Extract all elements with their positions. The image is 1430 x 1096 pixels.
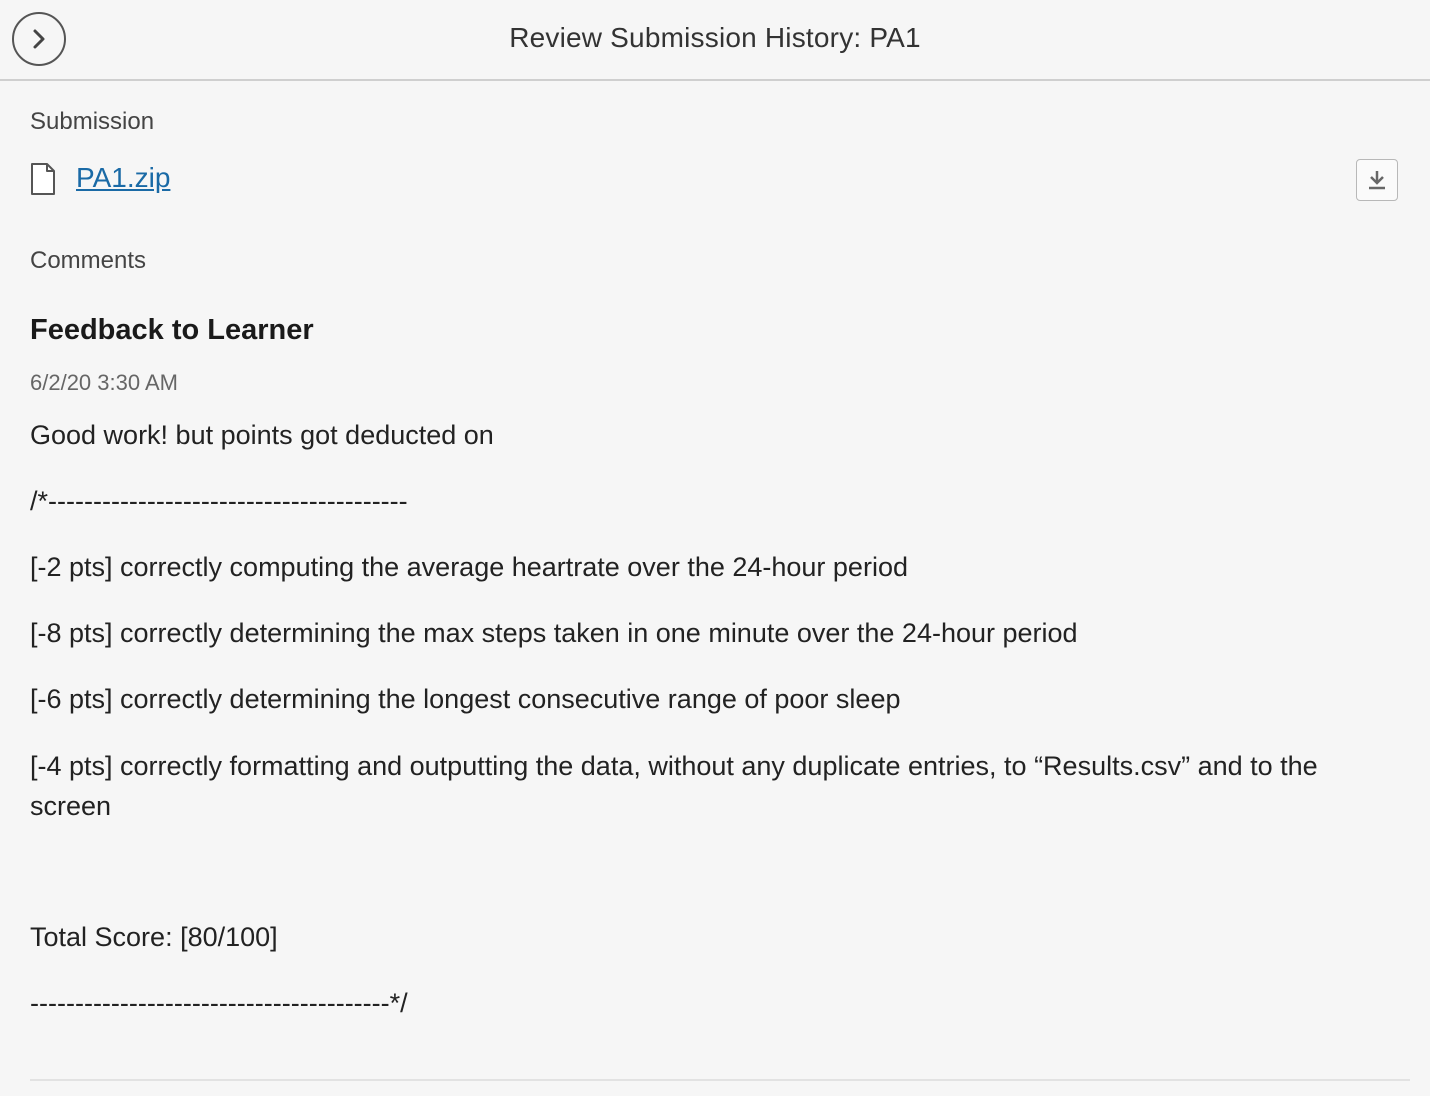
feedback-title: Feedback to Learner <box>30 314 314 346</box>
comment-line: [-4 pts] correctly formatting and output… <box>30 751 1318 821</box>
page-title: Review Submission History: PA1 <box>509 22 921 53</box>
feedback-timestamp: 6/2/20 3:30 AM <box>30 370 178 395</box>
download-button[interactable] <box>1356 159 1398 201</box>
comment-line: [-6 pts] correctly determining the longe… <box>30 684 901 714</box>
total-score: Total Score: [80/100] <box>30 922 278 952</box>
document-icon <box>31 163 55 195</box>
submission-label: Submission <box>30 108 155 135</box>
download-icon <box>1369 171 1385 190</box>
submission-file-row: PA1.zip <box>30 159 1400 206</box>
comments-label: Comments <box>30 247 147 274</box>
submission-file-link[interactable]: PA1.zip <box>76 162 170 194</box>
comment-line: [-8 pts] correctly determining the max s… <box>30 618 1078 648</box>
comment-line: Good work! but points got deducted on <box>30 420 494 450</box>
comment-line: ----------------------------------------… <box>30 988 408 1018</box>
comment-line: [-2 pts] correctly computing the average… <box>30 552 908 582</box>
header-bar: Review Submission History: PA1 <box>0 0 1430 81</box>
divider <box>30 1079 1410 1081</box>
comment-line: /*--------------------------------------… <box>30 486 408 516</box>
